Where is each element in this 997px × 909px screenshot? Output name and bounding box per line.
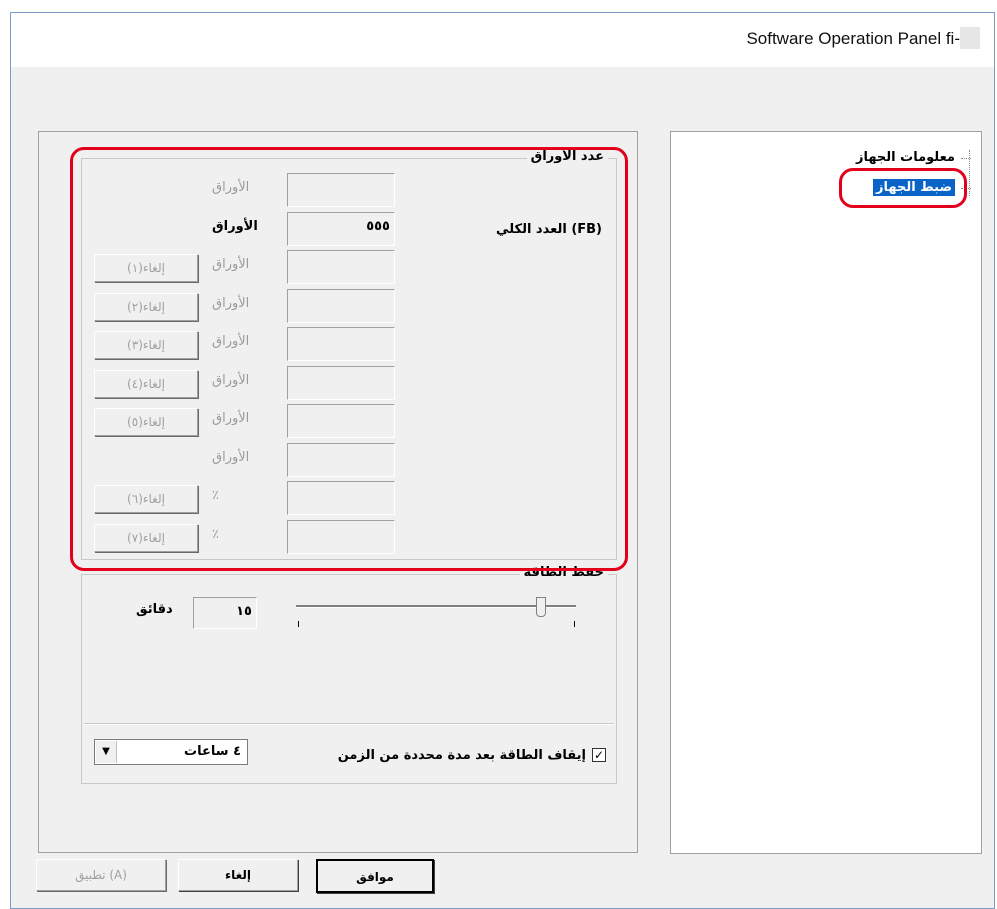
auto-off-checkbox[interactable]: ✓ (592, 748, 606, 762)
cancel-button[interactable]: إلغاء (178, 859, 298, 891)
power-saving-group: حفظ الطاقة دقائق ١٥ ✓ إيقاف الطاقة بعد م… (81, 565, 617, 784)
slider-tick-max (574, 621, 575, 627)
slider-thumb[interactable] (536, 597, 546, 617)
hours-selected-value: ٤ ساعات (184, 744, 241, 759)
title-bar: Software Operation Panel fi- (11, 13, 994, 67)
auto-off-label: إيقاف الطاقة بعد مدة محددة من الزمن (337, 748, 586, 763)
apply-button[interactable]: تطبيق (A) (36, 859, 166, 891)
hours-dropdown[interactable]: ▼ ٤ ساعات (94, 739, 248, 765)
tree-connector-1 (961, 158, 971, 159)
navigation-tree: معلومات الجهاز ضبط الجهاز (670, 131, 982, 854)
counter-highlight-frame (70, 147, 628, 571)
power-separator (84, 723, 614, 725)
dialog-window: Software Operation Panel fi- عدد الأوراق… (10, 12, 995, 909)
tree-highlight-frame (839, 168, 967, 208)
slider-tick-min (298, 621, 299, 627)
chevron-down-icon[interactable]: ▼ (96, 741, 117, 763)
slider-track (296, 605, 576, 608)
minutes-field[interactable]: ١٥ (193, 597, 257, 629)
power-saving-slider[interactable] (296, 595, 582, 635)
title-redaction (960, 27, 980, 49)
tree-item-device-info[interactable]: معلومات الجهاز (856, 150, 955, 165)
window-title: Software Operation Panel fi- (746, 29, 960, 48)
settings-panel: عدد الأوراق العدد الكلي (FB) الأوراق الأو… (38, 131, 638, 853)
minutes-unit-label: دقائق (136, 602, 173, 617)
tree-connector-vertical (969, 150, 970, 196)
ok-button[interactable]: موافق (316, 859, 434, 893)
check-mark-icon: ✓ (593, 748, 605, 762)
